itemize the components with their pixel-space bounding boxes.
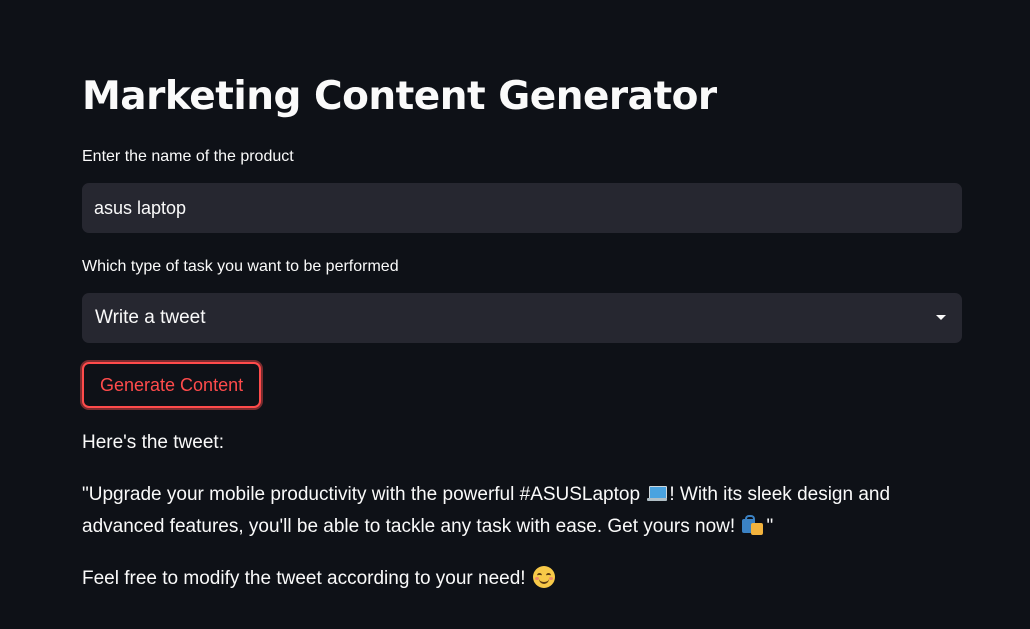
task-type-select[interactable]: Write a tweet xyxy=(82,293,962,343)
task-type-selected-value: Write a tweet xyxy=(95,307,206,328)
closing-text: Feel free to modify the tweet according … xyxy=(82,568,526,589)
tweet-output: "Upgrade your mobile productivity with t… xyxy=(82,479,962,543)
chevron-down-icon xyxy=(936,315,946,320)
output-closing: Feel free to modify the tweet according … xyxy=(82,563,962,595)
output-intro: Here's the tweet: xyxy=(82,432,224,453)
tweet-text-part1: "Upgrade your mobile productivity with t… xyxy=(82,484,641,505)
shopping-bags-emoji-icon xyxy=(742,515,764,535)
tweet-text-part3: " xyxy=(766,516,774,537)
product-name-input[interactable] xyxy=(82,183,962,233)
generate-content-button[interactable]: Generate Content xyxy=(82,362,262,408)
task-type-label: Which type of task you want to be perfor… xyxy=(82,258,399,275)
laptop-emoji-icon xyxy=(647,485,668,503)
smiling-face-emoji-icon xyxy=(532,566,555,588)
page-title: Marketing Content Generator xyxy=(82,74,717,119)
product-name-label: Enter the name of the product xyxy=(82,148,294,165)
